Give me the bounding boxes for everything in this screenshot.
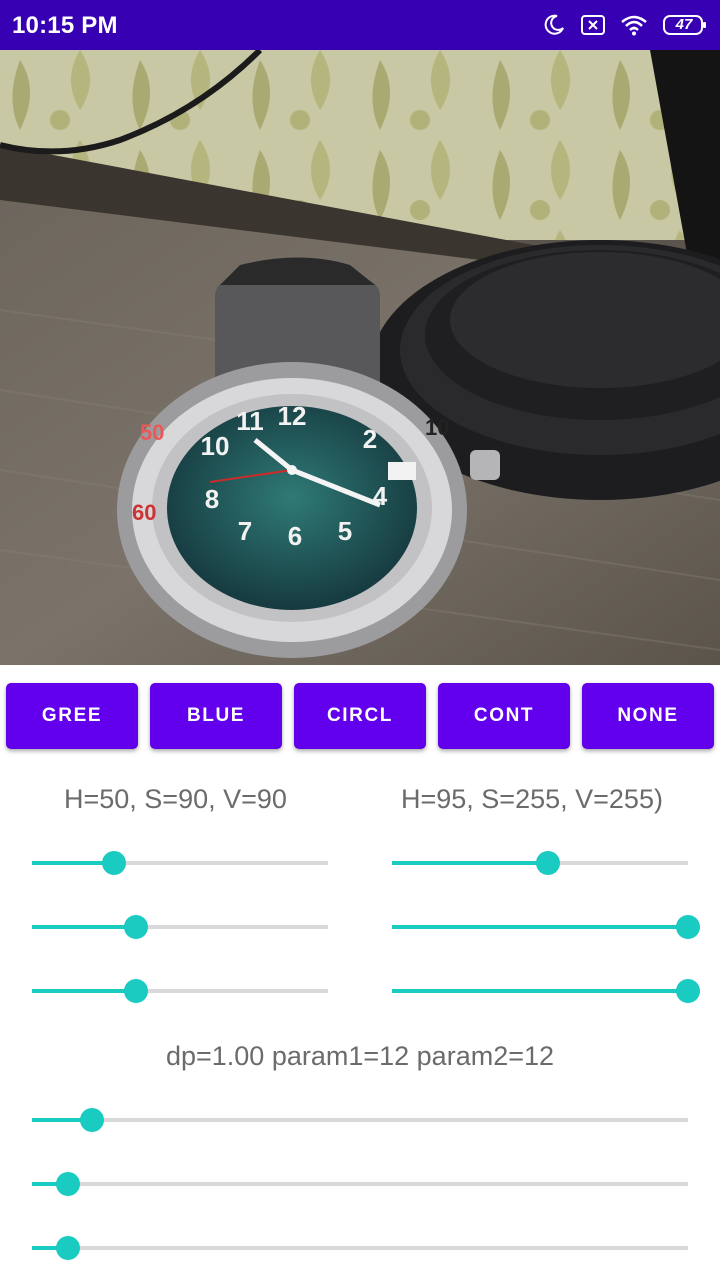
slider-fill bbox=[392, 989, 688, 993]
sim-off-icon bbox=[580, 14, 606, 36]
slider-thumb[interactable] bbox=[56, 1236, 81, 1260]
none-button[interactable]: NONE bbox=[582, 683, 714, 749]
slider-track bbox=[32, 1246, 688, 1250]
slider-thumb[interactable] bbox=[79, 1108, 104, 1132]
slider-track bbox=[32, 1182, 688, 1186]
svg-text:50: 50 bbox=[140, 420, 164, 445]
cont-button[interactable]: CONT bbox=[438, 683, 570, 749]
slider-thumb[interactable] bbox=[101, 851, 126, 875]
lower-v-slider[interactable] bbox=[32, 973, 328, 1009]
svg-text:60: 60 bbox=[132, 500, 156, 525]
svg-text:8: 8 bbox=[205, 484, 219, 514]
lower-s-slider[interactable] bbox=[32, 909, 328, 945]
upper-v-slider[interactable] bbox=[392, 973, 700, 1009]
slider-thumb[interactable] bbox=[676, 915, 700, 939]
battery-level: 47 bbox=[675, 16, 693, 33]
svg-text:10: 10 bbox=[425, 415, 449, 440]
slider-fill bbox=[392, 861, 548, 865]
upper-hsv-label: H=95, S=255, V=255) bbox=[401, 784, 663, 814]
svg-text:2: 2 bbox=[363, 424, 377, 454]
slider-thumb[interactable] bbox=[535, 851, 560, 875]
slider-thumb[interactable] bbox=[676, 979, 700, 1003]
lower-h-slider[interactable] bbox=[32, 845, 328, 881]
slider-fill bbox=[32, 925, 136, 929]
param2-slider[interactable] bbox=[32, 1230, 688, 1266]
slider-thumb[interactable] bbox=[123, 979, 148, 1003]
slider-fill bbox=[32, 989, 136, 993]
battery-icon: 47 bbox=[662, 14, 708, 36]
status-bar: 10:15 PM 47 bbox=[0, 0, 720, 50]
blue-button[interactable]: BLUE bbox=[150, 683, 282, 749]
svg-text:4: 4 bbox=[373, 481, 388, 511]
gree-button[interactable]: GREE bbox=[6, 683, 138, 749]
svg-text:10: 10 bbox=[201, 431, 230, 461]
status-icons: 47 bbox=[542, 11, 708, 39]
slider-thumb[interactable] bbox=[56, 1172, 81, 1196]
status-time: 10:15 PM bbox=[12, 12, 118, 39]
mode-button-row: GREE BLUE CIRCL CONT NONE bbox=[0, 683, 720, 749]
wifi-icon bbox=[620, 14, 648, 36]
camera-frame-image: 50 10 60 12 2 4 5 6 7 8 10 11 bbox=[0, 50, 720, 665]
svg-text:5: 5 bbox=[338, 516, 352, 546]
slider-fill bbox=[392, 925, 688, 929]
slider-thumb[interactable] bbox=[123, 915, 148, 939]
hough-params-label: dp=1.00 param1=12 param2=12 bbox=[165, 1041, 555, 1071]
upper-s-slider[interactable] bbox=[392, 909, 700, 945]
param1-slider[interactable] bbox=[32, 1166, 688, 1202]
lower-hsv-label: H=50, S=90, V=90 bbox=[64, 784, 287, 814]
circl-button[interactable]: CIRCL bbox=[294, 683, 426, 749]
upper-h-slider[interactable] bbox=[392, 845, 688, 881]
svg-text:12: 12 bbox=[278, 401, 307, 431]
svg-text:7: 7 bbox=[238, 516, 252, 546]
svg-text:11: 11 bbox=[236, 406, 264, 436]
slider-track bbox=[32, 1118, 688, 1122]
moon-icon bbox=[542, 13, 566, 37]
camera-preview: 50 10 60 12 2 4 5 6 7 8 10 11 bbox=[0, 50, 720, 665]
dp-slider[interactable] bbox=[32, 1102, 688, 1138]
svg-text:6: 6 bbox=[288, 521, 302, 551]
